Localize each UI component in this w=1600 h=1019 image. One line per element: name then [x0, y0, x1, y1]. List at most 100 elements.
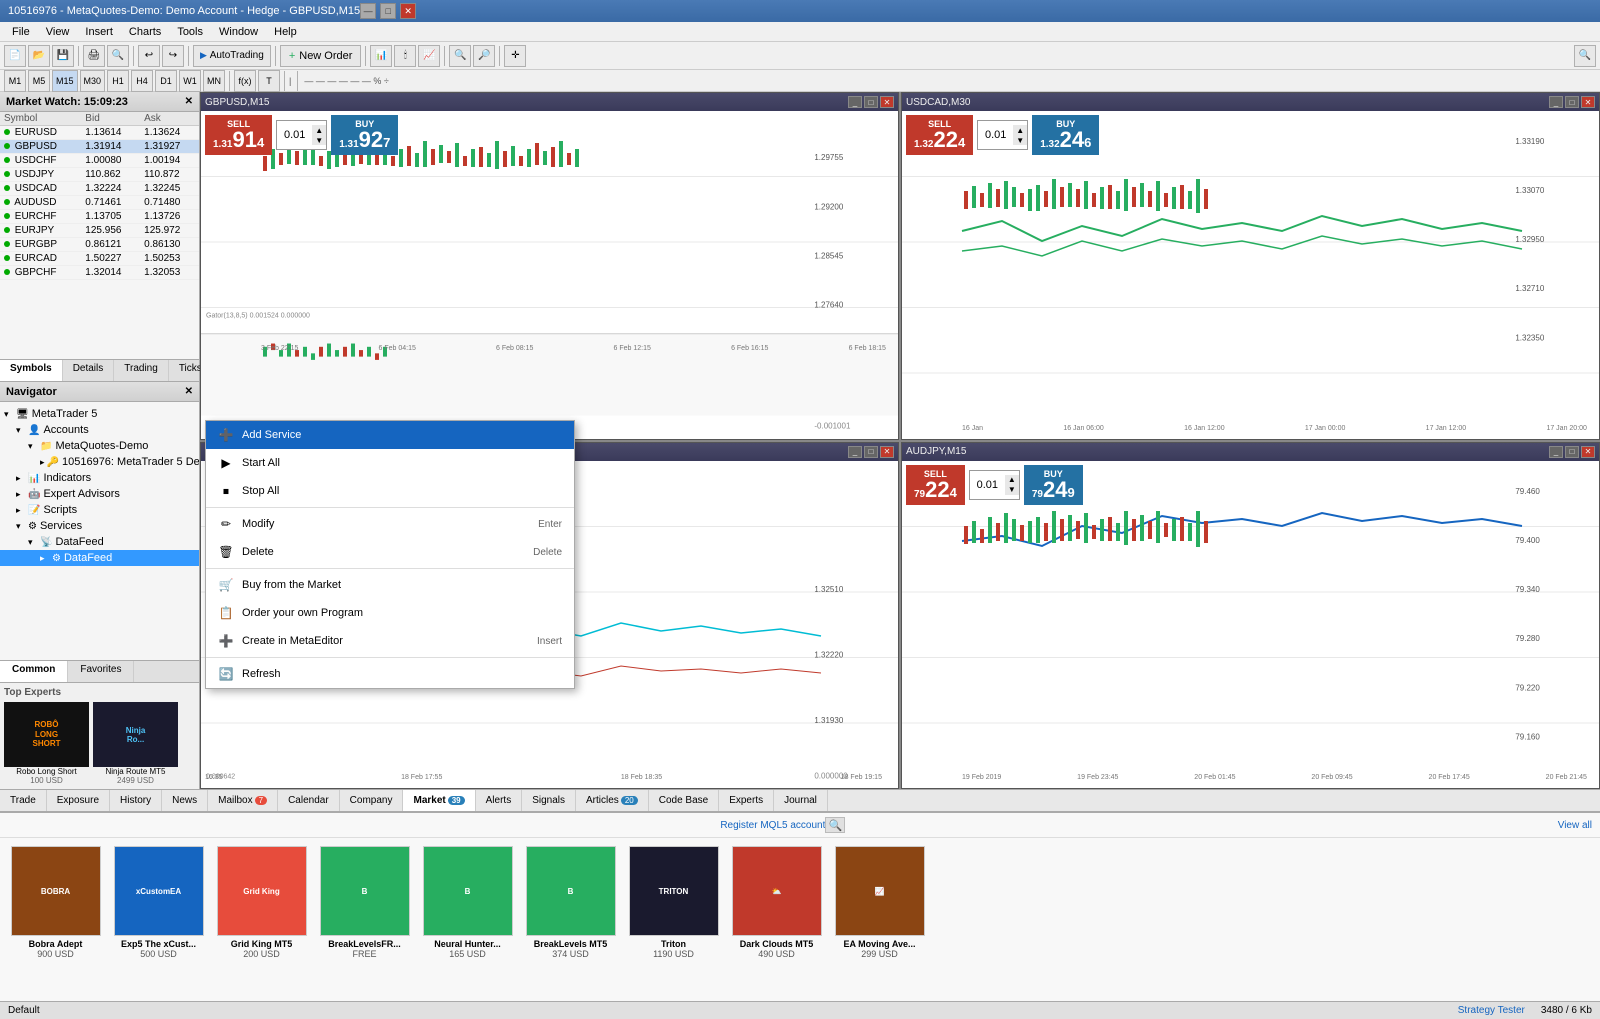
nav-item-accounts[interactable]: ▾ 👤 Accounts [0, 422, 199, 438]
nav-expand-datafeed[interactable]: ▾ [28, 537, 38, 548]
tab-history[interactable]: History [110, 790, 162, 811]
menu-charts[interactable]: Charts [121, 24, 169, 40]
chart1-body[interactable]: SELL 1.31 91 4 ▲ ▼ [201, 111, 898, 439]
chart4-lot-down[interactable]: ▼ [1005, 485, 1019, 495]
market-row[interactable]: GBPCHF 1.32014 1.32053 [0, 266, 199, 280]
chart4-max[interactable]: □ [1565, 446, 1579, 458]
chart2-lot-up[interactable]: ▲ [1013, 125, 1027, 135]
product-breaklevels[interactable]: B BreakLevelsFR... FREE [317, 846, 412, 993]
market-row[interactable]: USDCAD 1.32224 1.32245 [0, 182, 199, 196]
tab-trading[interactable]: Trading [114, 360, 169, 381]
tb2-btn3[interactable]: M15 [52, 70, 78, 92]
nav-item-services[interactable]: ▾ ⚙ Services [0, 518, 199, 534]
menu-insert[interactable]: Insert [77, 24, 121, 40]
nav-tab-common[interactable]: Common [0, 661, 68, 682]
chart1-min[interactable]: _ [848, 96, 862, 108]
undo-button[interactable]: ↩ [138, 45, 160, 67]
market-row[interactable]: EURCAD 1.50227 1.50253 [0, 252, 199, 266]
save-button[interactable]: 💾 [52, 45, 74, 67]
nav-item-expert-advisors[interactable]: ▸ 🤖 Expert Advisors [0, 486, 199, 502]
menu-view[interactable]: View [38, 24, 78, 40]
chart4-sell-btn[interactable]: SELL 79 22 4 [906, 465, 965, 505]
tab-articles[interactable]: Articles20 [576, 790, 649, 811]
tab-trade[interactable]: Trade [0, 790, 47, 811]
product-breaklevels2[interactable]: B BreakLevels MT5 374 USD [523, 846, 618, 993]
chart2-lot[interactable]: ▲ ▼ [977, 120, 1028, 150]
zoom-in-button[interactable]: 🔍 [449, 45, 471, 67]
nav-item-metaquotes-demo[interactable]: ▾ 📁 MetaQuotes-Demo [0, 438, 199, 454]
menu-window[interactable]: Window [211, 24, 266, 40]
navigator-close[interactable]: ✕ [185, 386, 193, 397]
product-neuralhunter[interactable]: B Neural Hunter... 165 USD [420, 846, 515, 993]
tb2-btn4[interactable]: M30 [80, 70, 106, 92]
tb2-btn5[interactable]: H1 [107, 70, 129, 92]
market-row[interactable]: GBPUSD 1.31914 1.31927 [0, 140, 199, 154]
tab-alerts[interactable]: Alerts [476, 790, 523, 811]
tab-news[interactable]: News [162, 790, 208, 811]
nav-item-datafeed-item[interactable]: ▸ ⚙ DataFeed [0, 550, 199, 566]
crosshair-button[interactable]: ✛ [504, 45, 526, 67]
market-watch-close[interactable]: ✕ [185, 96, 193, 107]
nav-expand-indicators[interactable]: ▸ [16, 473, 26, 484]
cm-item-add-service[interactable]: ➕ Add Service [206, 421, 574, 449]
nav-tab-favorites[interactable]: Favorites [68, 661, 134, 682]
cm-item-order-program[interactable]: 📋 Order your own Program [206, 599, 574, 627]
menu-tools[interactable]: Tools [169, 24, 211, 40]
product-xcustom[interactable]: xCustomEA Exp5 The xCust... 500 USD [111, 846, 206, 993]
new-chart-button[interactable]: 📄 [4, 45, 26, 67]
nav-expand-datafeed-item[interactable]: ▸ [40, 553, 50, 564]
context-menu[interactable]: ➕ Add Service ▶ Start All ⏹ Stop All ✏ M… [205, 420, 575, 689]
redo-button[interactable]: ↪ [162, 45, 184, 67]
menu-file[interactable]: File [4, 24, 38, 40]
autotrading-button[interactable]: ▶ AutoTrading [193, 45, 271, 67]
chart1-lot-down[interactable]: ▼ [312, 135, 326, 145]
chart2-min[interactable]: _ [1549, 96, 1563, 108]
nav-item-scripts[interactable]: ▸ 📝 Scripts [0, 502, 199, 518]
tb2-btn1[interactable]: M1 [4, 70, 26, 92]
tab-experts[interactable]: Experts [719, 790, 774, 811]
nav-item-indicators[interactable]: ▸ 📊 Indicators [0, 470, 199, 486]
chart2-sell-btn[interactable]: SELL 1.32 22 4 [906, 115, 973, 155]
product-gridking[interactable]: Grid King Grid King MT5 200 USD [214, 846, 309, 993]
nav-expand-expert-advisors[interactable]: ▸ [16, 489, 26, 500]
nav-expand-services[interactable]: ▾ [16, 521, 26, 532]
search-toolbar-button[interactable]: 🔍 [1574, 45, 1596, 67]
chart1-sell-btn[interactable]: SELL 1.31 91 4 [205, 115, 272, 155]
nav-expand-accounts[interactable]: ▾ [16, 425, 26, 436]
chart1-lot-up[interactable]: ▲ [312, 125, 326, 135]
print-preview-button[interactable]: 🔍 [107, 45, 129, 67]
chart3-min[interactable]: _ [848, 446, 862, 458]
chart4-lot[interactable]: ▲ ▼ [969, 470, 1020, 500]
product-bobra[interactable]: BOBRA Bobra Adept 900 USD [8, 846, 103, 993]
tb2-btn8[interactable]: W1 [179, 70, 201, 92]
chart2-max[interactable]: □ [1565, 96, 1579, 108]
market-row[interactable]: EURJPY 125.956 125.972 [0, 224, 199, 238]
chart4-lot-input[interactable] [970, 479, 1005, 491]
nav-expand-metatrader5[interactable]: ▾ [4, 409, 14, 420]
cm-item-delete[interactable]: 🗑 Delete Delete [206, 538, 574, 566]
status-strategy-tester[interactable]: Strategy Tester [1458, 1005, 1525, 1016]
menu-help[interactable]: Help [266, 24, 305, 40]
tab-symbols[interactable]: Symbols [0, 360, 63, 381]
print-button[interactable]: 🖨 [83, 45, 105, 67]
chart1-buy-btn[interactable]: BUY 1.31 92 7 [331, 115, 398, 155]
nav-expand-account-10516976[interactable]: ▸ [40, 457, 45, 468]
chart1-max[interactable]: □ [864, 96, 878, 108]
close-button[interactable]: ✕ [400, 3, 416, 19]
product-darkclouds[interactable]: ⛅ Dark Clouds MT5 490 USD [729, 846, 824, 993]
tab-journal[interactable]: Journal [774, 790, 828, 811]
chart2-lot-input[interactable] [978, 129, 1013, 141]
tab-details[interactable]: Details [63, 360, 115, 381]
chart4-lot-up[interactable]: ▲ [1005, 475, 1019, 485]
nav-item-account-10516976[interactable]: ▸ 🔑 10516976: MetaTrader 5 Dem [0, 454, 199, 470]
open-button[interactable]: 📂 [28, 45, 50, 67]
candle-chart-button[interactable]: 🕯 [394, 45, 416, 67]
cm-item-buy-market[interactable]: 🛒 Buy from the Market [206, 571, 574, 599]
chart4-buy-btn[interactable]: BUY 79 24 9 [1024, 465, 1083, 505]
tab-signals[interactable]: Signals [522, 790, 576, 811]
market-row[interactable]: EURCHF 1.13705 1.13726 [0, 210, 199, 224]
chart3-close[interactable]: ✕ [880, 446, 894, 458]
chart3-max[interactable]: □ [864, 446, 878, 458]
marketplace-search-btn[interactable]: 🔍 [825, 817, 845, 833]
tb2-btn6[interactable]: H4 [131, 70, 153, 92]
